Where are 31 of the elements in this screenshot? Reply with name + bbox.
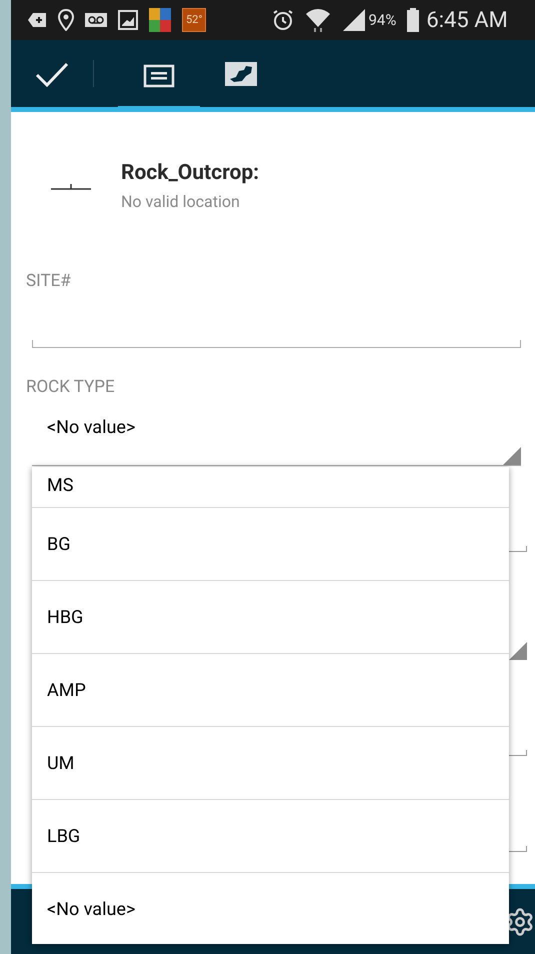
location-pin-icon — [58, 9, 74, 31]
temperature-badge: 52° — [182, 8, 206, 32]
dropdown-field[interactable]: <No value> — [32, 406, 521, 466]
dropdown-option[interactable]: HBG — [32, 581, 509, 654]
checkmark-icon — [35, 60, 69, 86]
app-icon — [149, 8, 171, 32]
dropdown-option[interactable]: AMP — [32, 654, 509, 727]
field-label: SITE# — [26, 270, 72, 294]
feature-symbol-icon — [51, 182, 91, 190]
alarm-icon — [272, 9, 294, 31]
dropdown-option[interactable]: BG — [32, 508, 509, 581]
battery-percent: 94% — [368, 10, 396, 31]
notification-icon — [27, 12, 47, 28]
dropdown-option[interactable]: MS — [32, 467, 509, 508]
dropdown-option[interactable]: LBG — [32, 800, 509, 873]
voicemail-icon — [85, 13, 107, 27]
feature-title: Rock_Outcrop: — [121, 160, 260, 188]
signal-icon — [342, 8, 366, 32]
clock: 6:45 AM — [426, 6, 508, 34]
dropdown-option[interactable]: <No value> — [32, 873, 509, 944]
feature-subtitle: No valid location — [121, 190, 241, 213]
image-icon — [118, 10, 138, 30]
dropdown-corner-icon — [503, 447, 521, 465]
battery-icon — [407, 8, 420, 32]
wifi-icon — [305, 7, 332, 33]
dropdown-value: <No value> — [46, 416, 136, 440]
dropdown-option[interactable]: UM — [32, 727, 509, 800]
field-label: ROCK TYPE — [26, 376, 116, 400]
map-icon — [224, 61, 258, 87]
dropdown-corner-icon — [509, 642, 527, 660]
form-icon — [143, 64, 175, 88]
